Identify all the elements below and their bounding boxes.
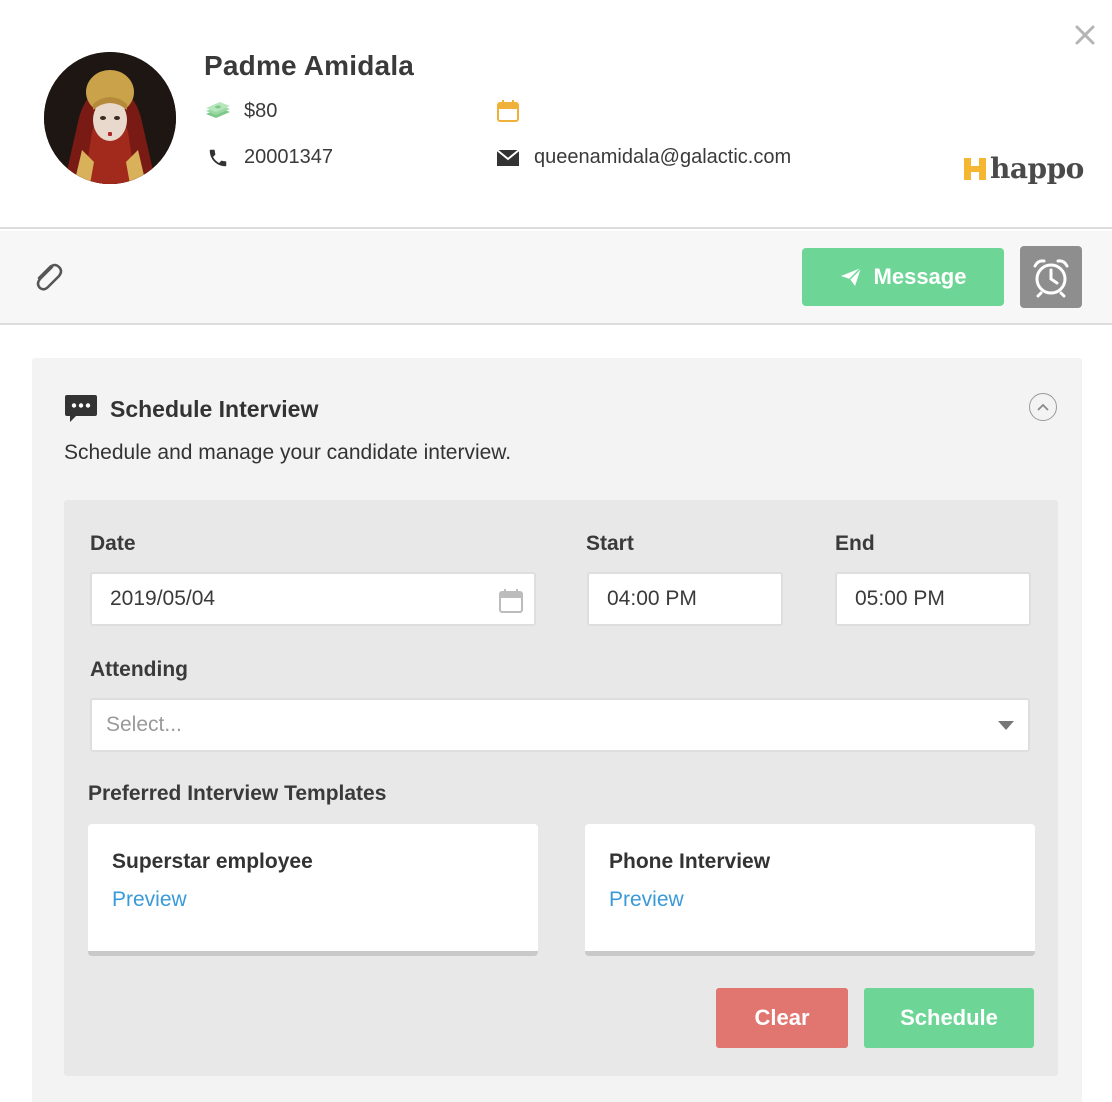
card-description: Schedule and manage your candidate inter… [64, 441, 512, 464]
start-time-value: 04:00 PM [607, 587, 697, 610]
schedule-form: Date Start End 2019/05/04 04:00 PM 05:00… [64, 500, 1058, 1076]
attending-label: Attending [90, 658, 188, 681]
schedule-interview-card: Schedule Interview Schedule and manage y… [32, 358, 1082, 1102]
card-title-text: Schedule Interview [110, 395, 319, 422]
chat-bubble-icon [65, 395, 97, 422]
clear-button[interactable]: Clear [716, 988, 848, 1048]
paperclip-icon[interactable] [32, 259, 64, 293]
attending-select[interactable]: Select... [90, 698, 1030, 752]
send-icon [840, 267, 862, 286]
message-button[interactable]: Message [802, 248, 1004, 306]
template-card[interactable]: Phone Interview Preview [585, 824, 1035, 956]
money-icon [204, 101, 232, 123]
alarm-clock-icon [1033, 259, 1069, 298]
phone-value: 20001347 [244, 146, 333, 168]
phone-info: 20001347 [204, 146, 333, 169]
action-toolbar: Message [0, 231, 1112, 325]
mail-icon [494, 147, 522, 169]
avatar-image [44, 52, 176, 184]
candidate-name: Padme Amidala [204, 50, 415, 81]
end-time-input[interactable]: 05:00 PM [835, 572, 1031, 626]
chevron-up-icon [1037, 403, 1049, 411]
attending-placeholder: Select... [106, 713, 182, 736]
template-card[interactable]: Superstar employee Preview [88, 824, 538, 956]
close-icon[interactable] [1072, 22, 1098, 48]
logo-text: happo [990, 152, 1084, 185]
card-title: Schedule Interview [64, 394, 318, 424]
date-label: Date [90, 532, 136, 555]
collapse-button[interactable] [1029, 393, 1057, 421]
profile-header: Padme Amidala $80 20001347 queenamidala@… [0, 0, 1112, 229]
caret-down-icon [998, 721, 1014, 730]
start-label: Start [586, 532, 634, 555]
happo-logo: happo [963, 152, 1084, 185]
salary-info: $80 [204, 100, 277, 123]
end-label: End [835, 532, 875, 555]
avatar [44, 52, 176, 184]
template-title: Phone Interview [609, 850, 771, 873]
message-label: Message [873, 264, 967, 289]
template-preview-link[interactable]: Preview [112, 888, 187, 912]
calendar-picker-icon[interactable] [498, 588, 524, 614]
template-preview-link[interactable]: Preview [609, 888, 684, 912]
templates-label: Preferred Interview Templates [88, 782, 387, 805]
schedule-button[interactable]: Schedule [864, 988, 1034, 1048]
email-info: queenamidala@galactic.com [494, 146, 791, 169]
happo-logo-icon [964, 157, 986, 180]
template-title: Superstar employee [112, 850, 313, 873]
date-input[interactable]: 2019/05/04 [90, 572, 536, 626]
date-info [494, 100, 534, 122]
phone-icon [204, 147, 232, 169]
start-time-input[interactable]: 04:00 PM [587, 572, 783, 626]
date-input-value: 2019/05/04 [110, 587, 216, 610]
email-value[interactable]: queenamidala@galactic.com [534, 146, 791, 169]
salary-value: $80 [244, 100, 278, 122]
calendar-icon [494, 100, 522, 122]
alarm-button[interactable] [1020, 246, 1082, 308]
end-time-value: 05:00 PM [855, 587, 945, 610]
